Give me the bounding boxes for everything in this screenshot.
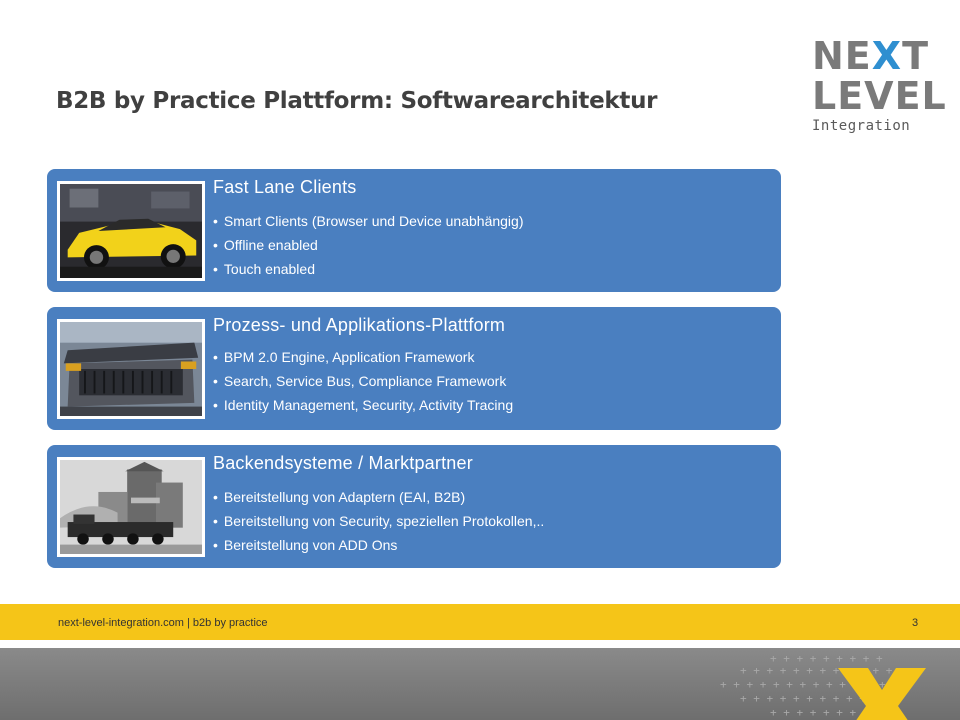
sports-car-image — [57, 181, 205, 281]
list-item: Bereitstellung von Security, speziellen … — [213, 509, 544, 533]
logo-x-icon: X — [871, 34, 903, 78]
logo-text-t: T — [902, 34, 929, 78]
card-bullet-list: Bereitstellung von Adaptern (EAI, B2B) B… — [213, 485, 544, 557]
card-title: Prozess- und Applikations-Plattform — [213, 315, 506, 335]
list-item: Identity Management, Security, Activity … — [213, 393, 513, 417]
card-fast-lane-clients: Fast Lane Clients Smart Clients (Browser… — [47, 169, 781, 292]
card-prozess-plattform: Prozess- und Applikations-Plattform BPM … — [47, 307, 781, 430]
logo-line-2: LEVEL — [812, 74, 947, 118]
logo-text-ne: NE — [812, 34, 872, 78]
next-level-logo: NEXT LEVEL Integration — [812, 34, 947, 136]
car-rear-engine-image — [57, 319, 205, 419]
page-number: 3 — [912, 617, 919, 629]
footer-text: next-level-integration.com | b2b by prac… — [58, 617, 268, 629]
card-bullet-list: BPM 2.0 Engine, Application Framework Se… — [213, 345, 513, 417]
list-item: Bereitstellung von ADD Ons — [213, 533, 544, 557]
logo-line-1: NEXT — [812, 34, 928, 78]
card-backendsysteme: Backendsysteme / Marktpartner Bereitstel… — [47, 445, 781, 568]
card-bullet-list: Smart Clients (Browser und Device unabhä… — [213, 209, 524, 281]
list-item: Touch enabled — [213, 257, 524, 281]
plus-pattern-icon: + + + + + + + + + + + + + + + + + + + + … — [720, 652, 926, 720]
list-item: BPM 2.0 Engine, Application Framework — [213, 345, 513, 369]
steam-train-grain-elevator-image — [57, 457, 205, 557]
list-item: Search, Service Bus, Compliance Framewor… — [213, 369, 513, 393]
list-item: Smart Clients (Browser und Device unabhä… — [213, 209, 524, 233]
list-item: Offline enabled — [213, 233, 524, 257]
list-item: Bereitstellung von Adaptern (EAI, B2B) — [213, 485, 544, 509]
bottom-decorative-band: + + + + + + + + + + + + + + + + + + + + … — [0, 648, 960, 720]
logo-line-3: Integration — [812, 118, 911, 134]
card-title: Fast Lane Clients — [213, 177, 357, 197]
slide-title: B2B by Practice Plattform: Softwarearchi… — [56, 88, 658, 114]
card-title: Backendsysteme / Marktpartner — [213, 453, 473, 473]
